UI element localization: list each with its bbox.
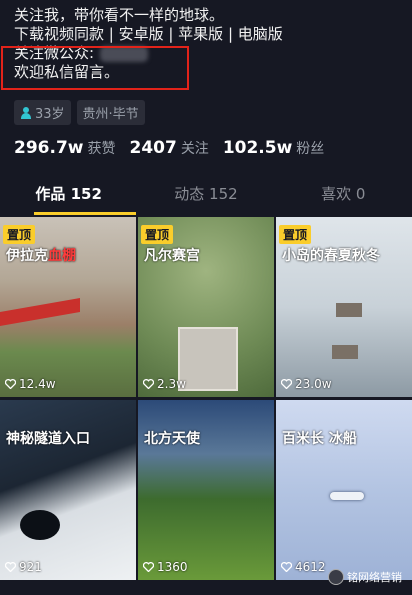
age-tag: 33岁	[14, 100, 71, 125]
video-title: 北方天使	[144, 431, 200, 447]
heart-icon	[281, 562, 292, 572]
highlight-box	[1, 46, 189, 90]
video-thumbnail[interactable]: 置顶 伊拉克血棚 12.4w	[0, 217, 136, 397]
bio-line: 关注我，带你看不一样的地球。	[14, 6, 225, 24]
likes-stat[interactable]: 296.7w 获赞	[14, 138, 115, 158]
heart-icon	[5, 379, 16, 389]
heart-icon	[143, 562, 154, 572]
pinned-badge: 置顶	[3, 225, 36, 244]
content-tabs: 作品 152 动态 152 喜欢 0	[0, 176, 412, 216]
bio-line[interactable]: 下载视频同款 | 安卓版 | 苹果版 | 电脑版	[14, 25, 404, 44]
like-count: 921	[5, 560, 42, 574]
active-tab-indicator	[34, 212, 136, 215]
profile-stats: 296.7w 获赞 2407 关注 102.5w 粉丝	[14, 138, 324, 158]
followers-stat[interactable]: 102.5w 粉丝	[223, 138, 324, 158]
location-tag: 贵州·毕节	[76, 100, 145, 125]
video-thumbnail[interactable]: 神秘隧道入口 921	[0, 400, 136, 580]
video-title: 百米长 冰船	[282, 431, 357, 447]
video-title: 神秘隧道入口	[6, 431, 90, 447]
like-count: 4612	[281, 560, 326, 574]
video-title: 伊拉克血棚	[6, 248, 76, 264]
video-title: 小岛的春夏秋冬	[282, 248, 380, 264]
video-thumbnail[interactable]: 百米长 冰船 4612	[276, 400, 412, 580]
heart-icon	[281, 379, 292, 389]
like-count: 2.3w	[143, 377, 186, 391]
tab-works[interactable]: 作品 152	[0, 176, 137, 216]
profile-tags: 33岁 贵州·毕节	[14, 100, 145, 125]
pinned-badge: 置顶	[279, 225, 312, 244]
following-stat[interactable]: 2407 关注	[129, 138, 208, 158]
like-count: 12.4w	[5, 377, 56, 391]
watermark: 铭网络营销	[328, 569, 402, 585]
like-count: 23.0w	[281, 377, 332, 391]
video-thumbnail[interactable]: 置顶 小岛的春夏秋冬 23.0w	[276, 217, 412, 397]
tab-likes[interactable]: 喜欢 0	[275, 176, 412, 216]
heart-icon	[143, 379, 154, 389]
video-thumbnail[interactable]: 北方天使 1360	[138, 400, 274, 580]
bottom-edge	[0, 591, 412, 595]
pinned-badge: 置顶	[141, 225, 174, 244]
video-thumbnail[interactable]: 置顶 凡尔赛宫 2.3w	[138, 217, 274, 397]
video-grid: 置顶 伊拉克血棚 12.4w 置顶 凡尔赛宫 2.3w 置顶 小岛的春夏秋冬 2…	[0, 217, 412, 580]
tab-posts[interactable]: 动态 152	[137, 176, 274, 216]
video-title: 凡尔赛宫	[144, 248, 200, 264]
heart-icon	[5, 562, 16, 572]
wechat-icon	[328, 569, 344, 585]
person-icon	[20, 106, 32, 119]
like-count: 1360	[143, 560, 188, 574]
